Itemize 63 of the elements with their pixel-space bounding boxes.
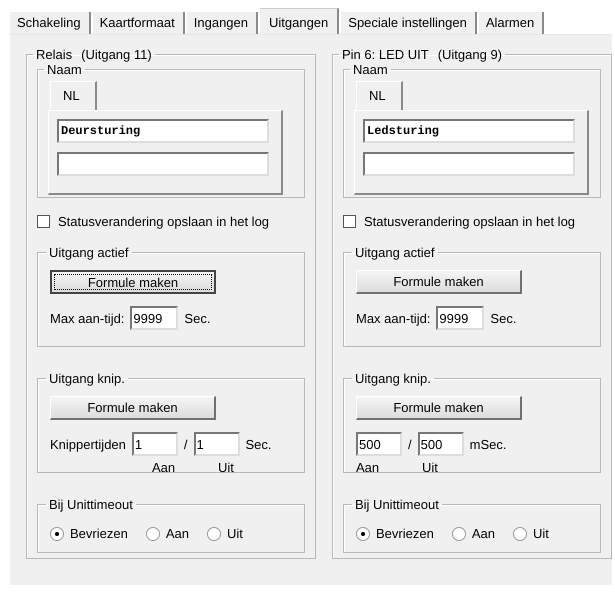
radio-label: Aan (472, 526, 495, 541)
formula-button[interactable]: Formule maken (356, 396, 522, 420)
input-field[interactable]: 1 (132, 432, 178, 456)
field-label: Max aan-tijd: (356, 310, 430, 326)
tab[interactable]: Kaartformaat (92, 12, 185, 34)
formula-button[interactable]: Formule maken (356, 270, 522, 294)
formula-button[interactable]: Formule maken (50, 396, 216, 420)
formula-button[interactable]: Formule maken (50, 270, 216, 294)
group-title: Uitgang knip. (354, 371, 432, 386)
separator-text: / (408, 436, 412, 452)
group-title: (Uitgang 9) (438, 47, 502, 62)
radio-button[interactable] (146, 526, 160, 540)
field-caption: Aan (356, 460, 380, 475)
unit-text: Sec. (246, 436, 272, 452)
checkbox-label: Statusverandering opslaan in het log (364, 214, 576, 229)
input-field[interactable]: 9999 (436, 306, 484, 330)
group-title: Bij Unittimeout (354, 497, 440, 512)
input-field[interactable]: Ledsturing (363, 119, 575, 143)
group-title: Naam (352, 62, 389, 77)
group-title: Relais (36, 47, 72, 62)
group-title: Uitgang actief (354, 245, 436, 260)
input-field[interactable]: 9999 (130, 306, 178, 330)
radio-label: Uit (226, 526, 243, 541)
unit-text: Sec. (490, 310, 516, 326)
language-tab[interactable]: NL (50, 81, 97, 110)
radio-label: Uit (532, 526, 549, 541)
group-title: (Uitgang 11) (81, 47, 152, 62)
radio-button[interactable] (356, 526, 370, 540)
field-caption: Aan (152, 460, 176, 475)
group-title: Pin 6: LED UIT (342, 47, 429, 62)
radio-button[interactable] (452, 526, 466, 540)
group-title: Uitgang actief (48, 245, 130, 260)
unit-text: mSec. (470, 436, 506, 452)
unit-text: Sec. (184, 310, 210, 326)
group-title: Naam (46, 62, 83, 77)
tab[interactable]: Speciale instellingen (341, 12, 477, 34)
radio-button[interactable] (206, 526, 221, 540)
group-title: Bij Unittimeout (48, 497, 134, 512)
checkbox[interactable] (343, 215, 356, 228)
checkbox[interactable] (37, 215, 50, 228)
radio-label: Aan (166, 526, 189, 541)
input-field[interactable]: 500 (356, 432, 402, 456)
separator-text: / (184, 436, 188, 452)
tab[interactable]: Uitgangen (260, 8, 340, 34)
radio-label: Bevriezen (70, 526, 128, 541)
input-field[interactable] (363, 152, 575, 176)
group-title: Uitgang knip. (48, 371, 126, 386)
tab[interactable]: Ingangen (186, 12, 258, 34)
tab[interactable]: Alarmen (478, 12, 544, 34)
radio-label: Bevriezen (376, 526, 434, 541)
input-field[interactable]: 1 (194, 432, 240, 456)
radio-button[interactable] (50, 526, 64, 540)
input-field[interactable]: Deursturing (57, 119, 269, 143)
checkbox-label: Statusverandering opslaan in het log (58, 214, 270, 229)
input-field[interactable] (57, 152, 269, 176)
input-field[interactable]: 500 (418, 432, 464, 456)
field-label: Max aan-tijd: (50, 310, 124, 326)
field-label: Knippertijden (50, 436, 126, 452)
field-caption: Uit (218, 460, 234, 475)
language-tab[interactable]: NL (356, 81, 403, 110)
radio-button[interactable] (512, 526, 527, 540)
tab[interactable]: Schakeling (10, 12, 91, 34)
field-caption: Uit (422, 460, 438, 475)
